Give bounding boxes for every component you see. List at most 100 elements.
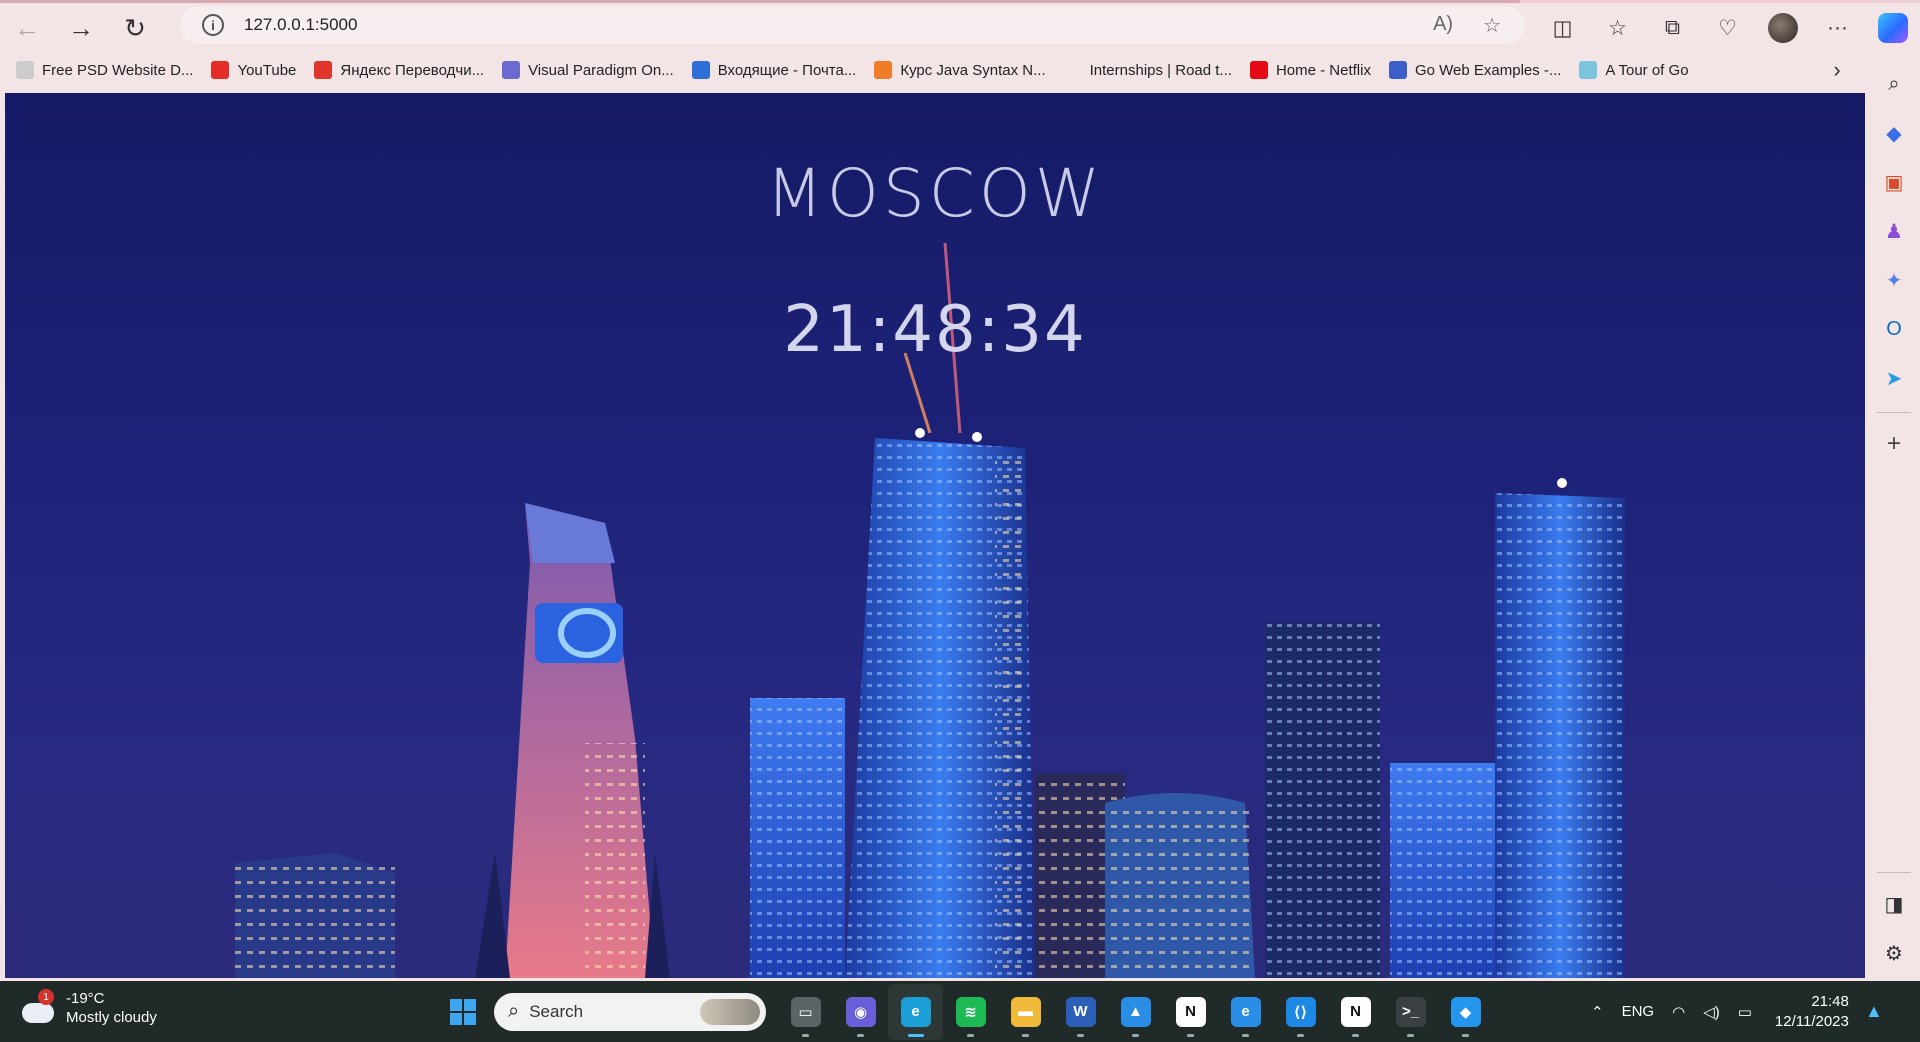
taskbar-app-chat[interactable]: ◉: [833, 984, 888, 1040]
volume-icon[interactable]: ◁): [1703, 1003, 1720, 1021]
cloudy-weather-icon: 1: [20, 989, 56, 1023]
sidebar-hide-icon[interactable]: ◨: [1876, 886, 1912, 922]
battery-icon[interactable]: ▭: [1738, 1003, 1752, 1021]
bookmark-item[interactable]: Курс Java Syntax N...: [874, 61, 1046, 79]
edge-icon: e: [900, 996, 931, 1027]
search-highlight-image: [700, 998, 760, 1025]
taskbar-app-edge-dev[interactable]: e: [1218, 984, 1273, 1040]
taskbar-search[interactable]: ⌕ Search: [494, 992, 766, 1031]
running-indicator: [1077, 1033, 1084, 1037]
vscode-icon: ⟨⟩: [1285, 996, 1316, 1027]
bookmark-item[interactable]: YouTube: [211, 61, 296, 79]
sidebar-settings-icon[interactable]: ⚙: [1876, 935, 1912, 971]
taskbar-date: 12/11/2023: [1774, 1012, 1849, 1030]
forward-icon[interactable]: →: [54, 5, 108, 51]
taskbar-app-notion-2[interactable]: N: [1328, 984, 1383, 1040]
task-view-icon: ▭: [790, 996, 821, 1027]
url-text[interactable]: 127.0.0.1:5000: [244, 15, 357, 35]
running-indicator: [857, 1033, 864, 1037]
yandex-translate-favicon-icon: [314, 61, 333, 79]
go-favicon-icon: [1388, 61, 1407, 79]
sidebar-outlook-icon[interactable]: O: [1876, 311, 1912, 347]
refresh-icon[interactable]: ↻: [108, 5, 162, 51]
sidebar-add-icon[interactable]: +: [1876, 426, 1912, 462]
notification-bell-icon[interactable]: ▲: [1863, 1001, 1885, 1023]
gopher-favicon-icon: [1579, 61, 1598, 79]
taskbar-clock[interactable]: 21:48 12/11/2023: [1775, 992, 1849, 1032]
taskbar-app-edge[interactable]: e: [888, 983, 943, 1040]
running-indicator: [1022, 1033, 1029, 1037]
sidebar-games-icon[interactable]: ♟: [1876, 213, 1912, 249]
running-indicator: [802, 1033, 809, 1037]
sidebar-search-icon[interactable]: ⌕: [1876, 66, 1912, 102]
sidebar-divider: [1877, 412, 1911, 413]
bookmark-label: Internships | Road t...: [1089, 61, 1232, 79]
address-bar[interactable]: i 127.0.0.1:5000 A) ☆: [180, 6, 1525, 44]
edge-dev-icon: e: [1230, 996, 1261, 1027]
more-menu-icon[interactable]: ···: [1810, 5, 1865, 51]
javarush-favicon-icon: [874, 61, 893, 79]
bookmark-label: Home - Netflix: [1275, 61, 1371, 79]
city-name-heading: MOSCOW: [765, 155, 1105, 232]
running-indicator: [967, 1033, 974, 1037]
back-icon[interactable]: ←: [0, 5, 54, 51]
city-clock: 21:48:34: [783, 293, 1087, 367]
show-hidden-icons-chevron-icon[interactable]: ⌃: [1591, 1003, 1604, 1021]
weather-widget[interactable]: 1 -19°C Mostly cloudy: [20, 989, 157, 1027]
split-screen-icon[interactable]: ◫: [1535, 5, 1590, 51]
taskbar-app-task-view[interactable]: ▭: [778, 984, 833, 1040]
bookmark-label: Курс Java Syntax N...: [900, 61, 1046, 79]
bookmark-label: A Tour of Go: [1605, 61, 1689, 79]
mail-favicon-icon: [691, 61, 710, 79]
running-indicator: [1242, 1033, 1249, 1037]
copilot-icon[interactable]: [1865, 5, 1920, 51]
taskbar-app-docker[interactable]: ◆: [1438, 984, 1493, 1040]
taskbar-app-word[interactable]: W: [1053, 984, 1108, 1040]
start-button[interactable]: [440, 989, 486, 1035]
sidebar-send-icon[interactable]: ➤: [1876, 360, 1912, 396]
bookmark-label: Free PSD Website D...: [42, 61, 194, 79]
notion-icon: N: [1175, 996, 1206, 1027]
favorites-icon[interactable]: ☆: [1590, 5, 1645, 51]
language-indicator[interactable]: ENG: [1622, 1003, 1655, 1020]
system-tray: ⌃ ENG ◠ ◁) ▭ 21:48 12/11/2023 ▲: [1582, 981, 1885, 1042]
notion-2-icon: N: [1340, 996, 1371, 1027]
wifi-icon[interactable]: ◠: [1672, 1003, 1685, 1021]
collections-icon[interactable]: ⧉: [1645, 5, 1700, 51]
profile-avatar[interactable]: [1755, 5, 1810, 51]
sidebar-tools-icon[interactable]: ▣: [1876, 164, 1912, 200]
browser-essentials-icon[interactable]: ♡: [1700, 5, 1755, 51]
favorite-star-icon[interactable]: ☆: [1483, 13, 1501, 38]
bookmark-item[interactable]: Free PSD Website D...: [16, 61, 193, 79]
taskbar-time: 21:48: [1811, 992, 1849, 1010]
taskbar-app-vscode[interactable]: ⟨⟩: [1273, 984, 1328, 1040]
terminal-icon: >_: [1395, 996, 1426, 1027]
taskbar-app-photos[interactable]: ▲: [1108, 984, 1163, 1040]
taskbar-app-terminal[interactable]: >_: [1383, 984, 1438, 1040]
edge-sidebar: ⌕ ◆ ▣ ♟ ✦ O ➤ + ◨ ⚙: [1868, 53, 1920, 981]
photos-icon: ▲: [1120, 996, 1151, 1027]
bookmark-label: Яндекс Переводчи...: [340, 61, 485, 79]
taskbar-app-file-explorer[interactable]: ▬: [998, 984, 1053, 1040]
windows-logo-icon: [450, 998, 476, 1025]
sidebar-copilot-icon[interactable]: ✦: [1876, 262, 1912, 298]
bookmark-label: Go Web Examples -...: [1414, 61, 1562, 79]
read-aloud-icon[interactable]: A): [1433, 13, 1453, 38]
sidebar-shopping-icon[interactable]: ◆: [1876, 115, 1912, 151]
bookmarks-more-chevron-icon[interactable]: ›: [1822, 53, 1852, 87]
site-info-icon[interactable]: i: [202, 14, 224, 36]
visual-paradigm-favicon-icon: [502, 61, 521, 79]
psd-favicon-icon: [16, 61, 34, 79]
youtube-favicon-icon: [211, 61, 230, 79]
bookmark-item[interactable]: Входящие - Почта...: [691, 61, 856, 79]
bookmark-label: YouTube: [237, 61, 297, 79]
bookmark-item[interactable]: A Tour of Go: [1579, 61, 1689, 79]
taskbar-app-spotify[interactable]: ≋: [943, 984, 998, 1040]
taskbar-app-notion[interactable]: N: [1163, 984, 1218, 1040]
bookmark-item[interactable]: Яндекс Переводчи...: [314, 61, 484, 79]
bookmark-item[interactable]: Internships | Road t...: [1063, 61, 1232, 79]
bookmark-item[interactable]: Home - Netflix: [1249, 61, 1371, 79]
bookmark-item[interactable]: Go Web Examples -...: [1388, 61, 1562, 79]
taskbar-search-label: Search: [529, 1001, 584, 1021]
bookmark-item[interactable]: Visual Paradigm On...: [502, 61, 674, 79]
